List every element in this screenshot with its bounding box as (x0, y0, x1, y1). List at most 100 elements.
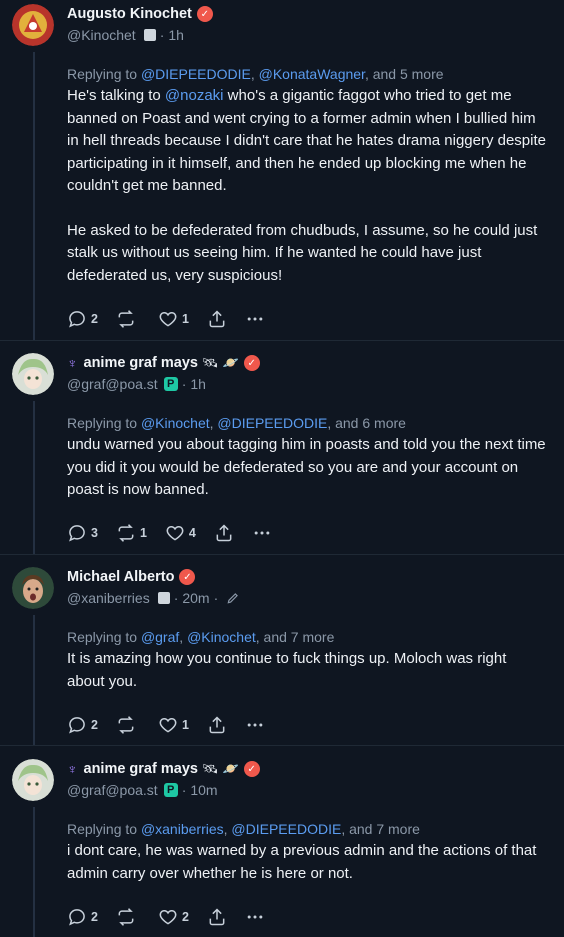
share-button[interactable] (214, 523, 234, 543)
share-button[interactable] (207, 907, 227, 927)
edited-pencil-icon[interactable] (226, 591, 240, 605)
post-actions: 2 1 (67, 713, 283, 737)
mention-link[interactable]: @Kinochet (187, 629, 256, 645)
mention-link[interactable]: @DIEPEEDODIE (141, 66, 251, 82)
more-mentions-link[interactable]: and 5 more (373, 66, 444, 82)
share-button[interactable] (207, 309, 227, 329)
like-count: 1 (181, 718, 189, 732)
like-button[interactable]: 2 (158, 907, 189, 927)
mention-link[interactable]: @KonataWagner (259, 66, 365, 82)
share-icon (216, 524, 232, 542)
thread-line (33, 807, 35, 937)
post-body: i dont care, he was warned by a previous… (67, 840, 547, 885)
separator: · (213, 590, 219, 606)
heart-icon (166, 525, 184, 541)
thread-line (33, 52, 35, 340)
timestamp[interactable]: 1h (190, 376, 206, 392)
handle[interactable]: @Kinochet (67, 27, 136, 43)
handle[interactable]: @xaniberries (67, 590, 150, 606)
reply-icon (69, 717, 85, 734)
more-options-button[interactable] (245, 309, 265, 329)
display-name[interactable]: anime graf mays (84, 761, 198, 777)
avatar[interactable] (12, 567, 54, 609)
timestamp[interactable]: 10m (190, 782, 217, 798)
share-button[interactable] (207, 715, 227, 735)
mention-link[interactable]: @graf (141, 629, 179, 645)
thread: Augusto Kinochet ✓ @Kinochet · 1h Replyi… (0, 0, 564, 937)
post-body: undu warned you about tagging him in poa… (67, 434, 547, 502)
separator: · (159, 27, 165, 43)
repost-icon (118, 908, 134, 926)
like-count: 4 (188, 526, 196, 540)
avatar[interactable] (12, 759, 54, 801)
repost-icon (118, 716, 134, 734)
ellipsis-icon (247, 723, 263, 727)
replying-to: Replying to @DIEPEEDODIE, @KonataWagner,… (67, 66, 444, 82)
repost-icon (118, 310, 134, 328)
mention-link[interactable]: @xaniberries (141, 821, 224, 837)
verified-icon: ✓ (196, 6, 213, 22)
verified-icon: ✓ (243, 355, 260, 371)
display-name[interactable]: Michael Alberto (67, 569, 174, 585)
reply-icon (69, 909, 85, 926)
thread-line (33, 401, 35, 554)
share-icon (209, 908, 225, 926)
avatar[interactable] (12, 4, 54, 46)
timestamp[interactable]: 20m (182, 590, 209, 606)
thread-line (33, 615, 35, 745)
handle[interactable]: @graf@poa.st (67, 376, 158, 392)
reply-button[interactable]: 3 (67, 523, 98, 543)
post[interactable]: ♆ anime graf mays 🛰 🪐 ✓ @graf@poa.st P ·… (0, 349, 564, 554)
repost-button[interactable] (116, 715, 140, 735)
post-body: It is amazing how you continue to fuck t… (67, 648, 547, 693)
reply-icon (69, 311, 85, 328)
more-options-button[interactable] (245, 907, 265, 927)
mention-link[interactable]: @Kinochet (141, 415, 210, 431)
post[interactable]: Augusto Kinochet ✓ @Kinochet · 1h Replyi… (0, 0, 564, 340)
replying-to: Replying to @Kinochet, @DIEPEEDODIE, and… (67, 415, 406, 431)
mention-link[interactable]: @DIEPEEDODIE (217, 415, 327, 431)
post-paragraph: He's talking to @nozaki who's a gigantic… (67, 87, 546, 194)
more-options-button[interactable] (252, 523, 272, 543)
divider (0, 745, 564, 746)
more-mentions-link[interactable]: and 6 more (335, 415, 406, 431)
reply-button[interactable]: 2 (67, 907, 98, 927)
separator: · (181, 376, 187, 392)
divider (0, 340, 564, 341)
post-actions: 2 2 (67, 905, 283, 929)
repost-button[interactable] (116, 907, 140, 927)
replying-to: Replying to @xaniberries, @DIEPEEDODIE, … (67, 821, 420, 837)
timestamp[interactable]: 1h (168, 27, 184, 43)
post-paragraph: undu warned you about tagging him in poa… (67, 436, 546, 498)
repost-button[interactable]: 1 (116, 523, 147, 543)
mention-link[interactable]: @nozaki (165, 87, 224, 104)
handle[interactable]: @graf@poa.st (67, 782, 158, 798)
ellipsis-icon (254, 531, 270, 535)
like-button[interactable]: 1 (158, 309, 189, 329)
like-count: 2 (181, 910, 189, 924)
display-name[interactable]: anime graf mays (84, 355, 198, 371)
repost-count: 1 (139, 526, 147, 540)
like-button[interactable]: 4 (165, 523, 196, 543)
share-icon (209, 716, 225, 734)
post[interactable]: Michael Alberto ✓ @xaniberries · 20m · R… (0, 563, 564, 745)
reply-button[interactable]: 2 (67, 309, 98, 329)
post-paragraph: i dont care, he was warned by a previous… (67, 842, 537, 882)
instance-badge-icon: P (163, 377, 178, 391)
repost-button[interactable] (116, 309, 140, 329)
reply-count: 2 (91, 718, 98, 732)
heart-icon (159, 717, 177, 733)
post[interactable]: ♆ anime graf mays 🛰 🪐 ✓ @graf@poa.st P ·… (0, 755, 564, 937)
reply-button[interactable]: 2 (67, 715, 98, 735)
more-options-button[interactable] (245, 715, 265, 735)
like-button[interactable]: 1 (158, 715, 189, 735)
avatar[interactable] (12, 353, 54, 395)
more-mentions-link[interactable]: and 7 more (264, 629, 335, 645)
more-mentions-link[interactable]: and 7 more (349, 821, 420, 837)
role-badge-icon (143, 29, 156, 41)
post-actions: 2 1 (67, 307, 283, 331)
satellite-icon: 🛰 (201, 355, 219, 370)
share-icon (209, 310, 225, 328)
display-name[interactable]: Augusto Kinochet (67, 6, 192, 22)
mention-link[interactable]: @DIEPEEDODIE (231, 821, 341, 837)
